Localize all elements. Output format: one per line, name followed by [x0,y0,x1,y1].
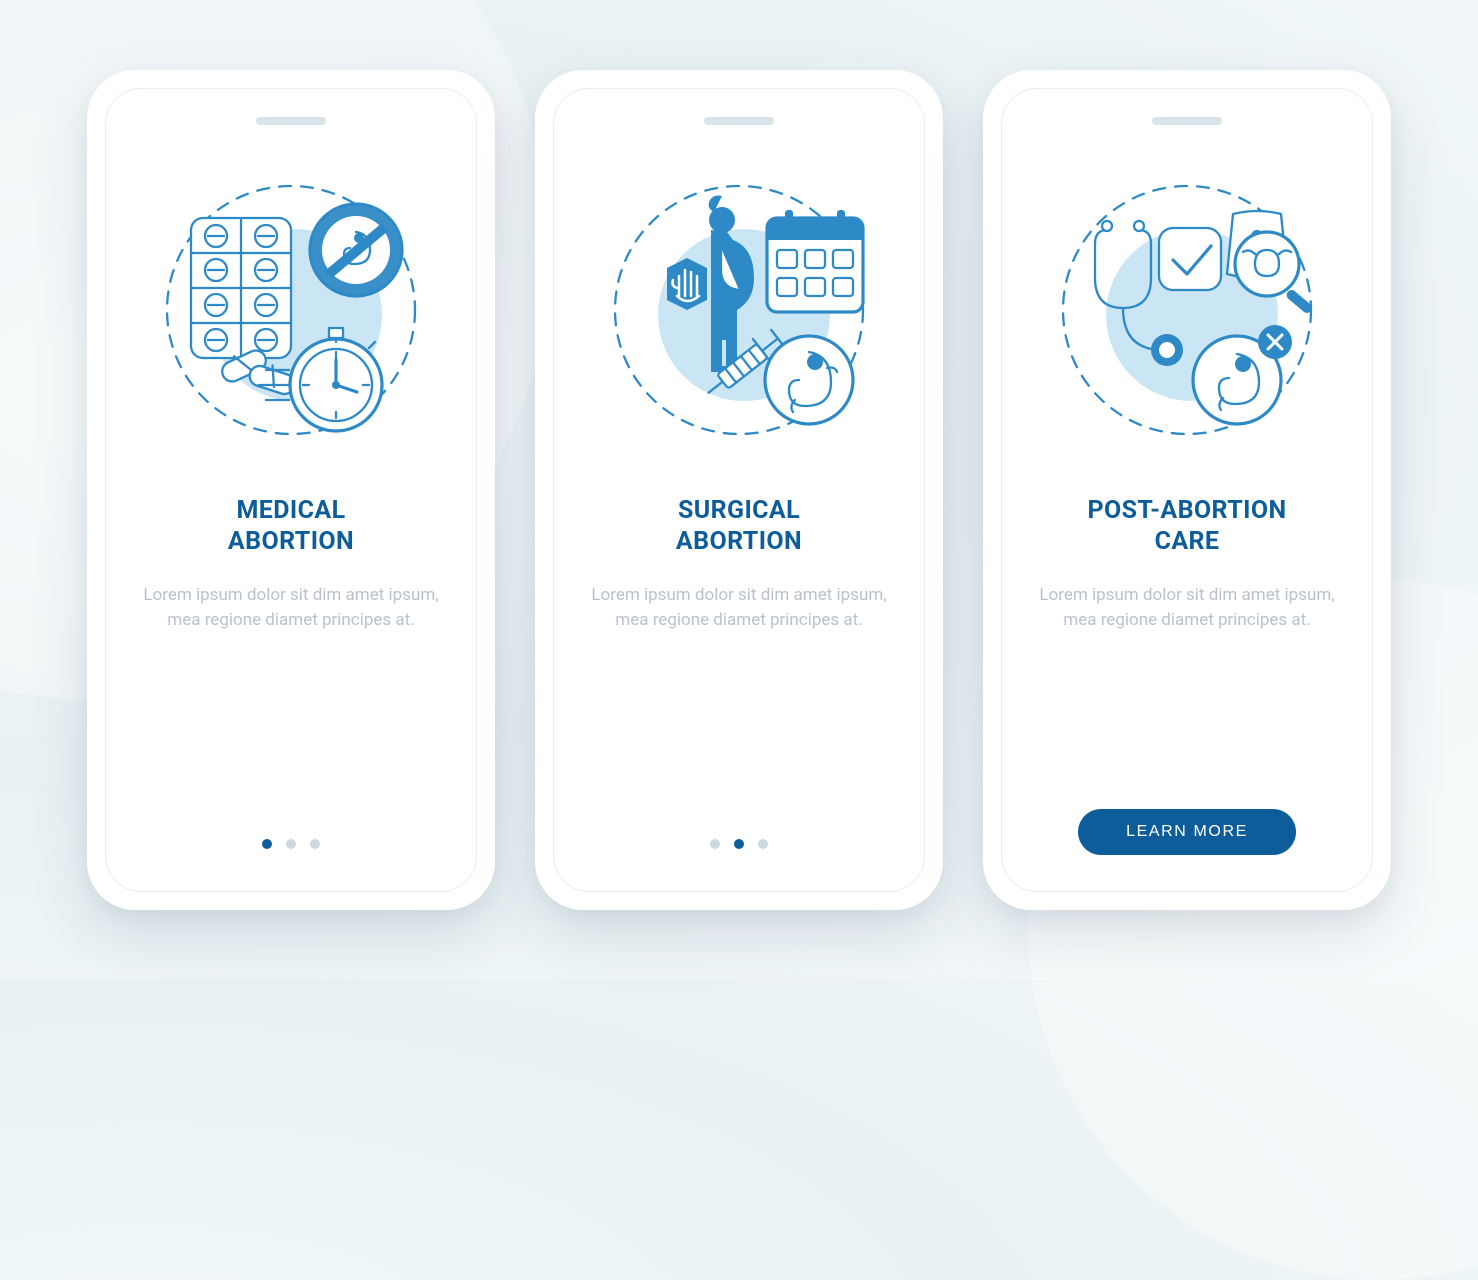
phone-speaker [256,117,326,125]
phone-screen: MEDICAL ABORTION Lorem ipsum dolor sit d… [105,88,477,892]
phone-screen: SURGICAL ABORTION Lorem ipsum dolor sit … [553,88,925,892]
screen-title: POST-ABORTION CARE [1087,495,1286,557]
screen-description: Lorem ipsum dolor sit dim amet ipsum, me… [141,583,441,633]
pager-dots [710,839,768,849]
pager-dot-2[interactable] [286,839,296,849]
phone-medical: MEDICAL ABORTION Lorem ipsum dolor sit d… [87,70,495,910]
surgical-abortion-icon [599,165,879,455]
pager-dot-3[interactable] [758,839,768,849]
pager-dot-1[interactable] [710,839,720,849]
screen-title: SURGICAL ABORTION [676,495,802,557]
learn-more-button[interactable]: LEARN MORE [1078,809,1296,855]
phone-speaker [1152,117,1222,125]
pager-dots [262,839,320,849]
post-abortion-care-icon [1047,165,1327,455]
screen-description: Lorem ipsum dolor sit dim amet ipsum, me… [1037,583,1337,633]
phone-postcare: POST-ABORTION CARE Lorem ipsum dolor sit… [983,70,1391,910]
pager-dot-3[interactable] [310,839,320,849]
screen-description: Lorem ipsum dolor sit dim amet ipsum, me… [589,583,889,633]
phone-speaker [704,117,774,125]
medical-abortion-icon [151,165,431,455]
phone-surgical: SURGICAL ABORTION Lorem ipsum dolor sit … [535,70,943,910]
screen-title: MEDICAL ABORTION [228,495,354,557]
onboarding-phone-row: MEDICAL ABORTION Lorem ipsum dolor sit d… [87,70,1391,910]
pager-dot-2[interactable] [734,839,744,849]
phone-screen: POST-ABORTION CARE Lorem ipsum dolor sit… [1001,88,1373,892]
pager-dot-1[interactable] [262,839,272,849]
